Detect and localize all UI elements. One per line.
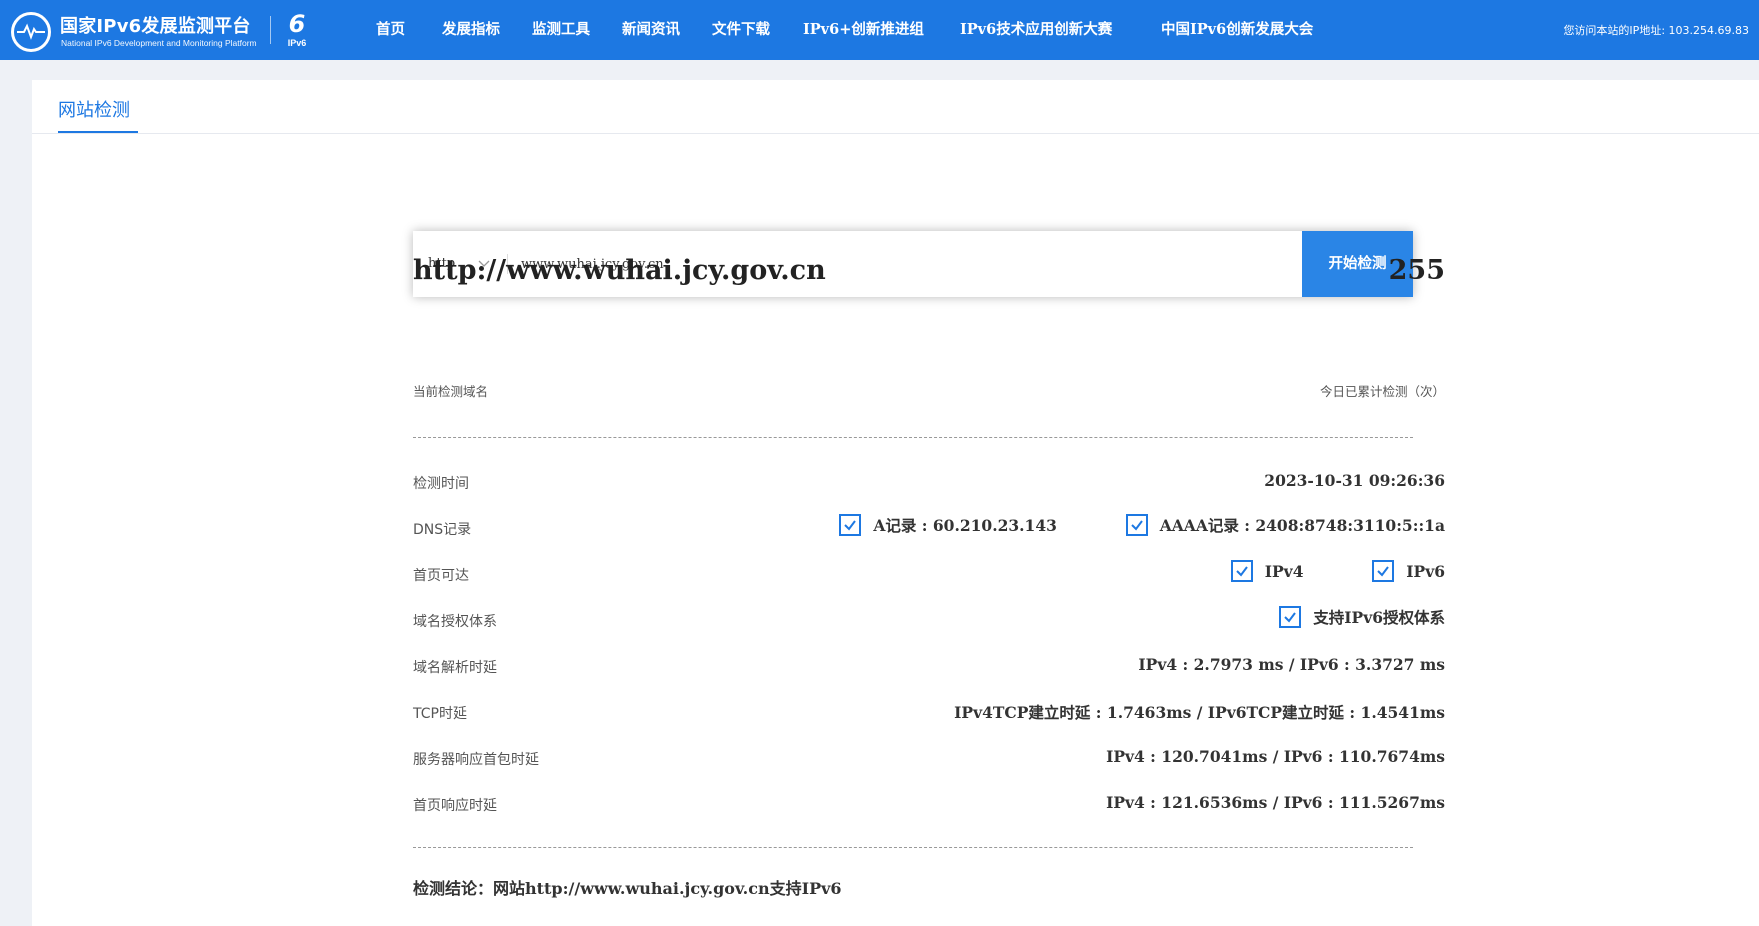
divider-dashed-bottom xyxy=(413,847,1413,848)
platform-logo-icon[interactable] xyxy=(11,12,51,52)
check-count: 255 xyxy=(1388,255,1445,286)
row-value-dns-latency: IPv4 : 2.7973 ms / IPv6 : 3.3727 ms xyxy=(1138,655,1445,674)
row-value-domain-auth: 支持IPv6授权体系 xyxy=(1279,606,1445,632)
row-label-dns: DNS记录 xyxy=(413,522,472,538)
current-domain: http://www.wuhai.jcy.gov.cn xyxy=(413,255,826,286)
divider-dashed-top xyxy=(413,437,1413,438)
brand-title[interactable]: 国家IPv6发展监测平台 xyxy=(60,12,251,38)
row-value-dns: A记录 : 60.210.23.143 AAAA记录 : 2408:8748:3… xyxy=(839,514,1445,540)
ipv6-logo-icon: 6 IPv6 xyxy=(283,10,311,52)
brand-divider xyxy=(270,16,271,44)
row-value-first-packet: IPv4 : 120.7041ms / IPv6 : 110.7674ms xyxy=(1106,747,1445,766)
row-label-first-packet: 服务器响应首包时延 xyxy=(413,752,539,768)
row-label-homepage-reach: 首页可达 xyxy=(413,568,469,584)
check-count-caption: 今日已累计检测（次） xyxy=(1319,384,1445,399)
nav-item-tools[interactable]: 监测工具 xyxy=(532,0,590,60)
checkbox-checked-icon xyxy=(839,514,862,536)
brand-subtitle: National IPv6 Development and Monitoring… xyxy=(61,38,257,48)
nav-item-ipv6-plus[interactable]: IPv6+创新推进组 xyxy=(803,0,924,60)
top-navigation-bar: 国家IPv6发展监测平台 National IPv6 Development a… xyxy=(0,0,1759,60)
row-value-tcp-latency: IPv4TCP建立时延 : 1.7463ms / IPv6TCP建立时延 : 1… xyxy=(954,703,1445,722)
row-label-check-time: 检测时间 xyxy=(413,476,469,492)
ipv6-logo-label: IPv6 xyxy=(287,38,307,48)
reach-ipv4: IPv4 xyxy=(1230,560,1303,582)
tab-divider xyxy=(32,133,1759,134)
checkbox-checked-icon xyxy=(1279,606,1302,628)
checkbox-checked-icon xyxy=(1372,560,1395,582)
nav-item-news[interactable]: 新闻资讯 xyxy=(622,0,680,60)
check-conclusion: 检测结论：网站http://www.wuhai.jcy.gov.cn支持IPv6 xyxy=(413,879,842,898)
row-value-check-time: 2023-10-31 09:26:36 xyxy=(1264,471,1445,490)
row-label-homepage-latency: 首页响应时延 xyxy=(413,798,497,814)
dns-aaaa-record: AAAA记录 : 2408:8748:3110:5::1a xyxy=(1125,514,1445,536)
row-label-tcp-latency: TCP时延 xyxy=(413,706,467,722)
dns-a-record: A记录 : 60.210.23.143 xyxy=(839,514,1057,536)
checkbox-checked-icon xyxy=(1230,560,1253,582)
visitor-ip-info: 您访问本站的IP地址: 103.254.69.83 xyxy=(1563,24,1749,37)
nav-item-indicators[interactable]: 发展指标 xyxy=(442,0,500,60)
nav-item-conference[interactable]: 中国IPv6创新发展大会 xyxy=(1161,0,1313,60)
row-label-dns-latency: 域名解析时延 xyxy=(413,660,497,676)
current-domain-caption: 当前检测域名 xyxy=(413,384,489,399)
row-label-domain-auth: 域名授权体系 xyxy=(413,614,497,630)
checkbox-checked-icon xyxy=(1125,514,1148,536)
nav-item-competition[interactable]: IPv6技术应用创新大赛 xyxy=(960,0,1112,60)
row-value-homepage-latency: IPv4 : 121.6536ms / IPv6 : 111.5267ms xyxy=(1106,793,1445,812)
content-card: 网站检测 xyxy=(32,80,1759,926)
reach-ipv6: IPv6 xyxy=(1372,560,1445,582)
nav-item-downloads[interactable]: 文件下载 xyxy=(712,0,770,60)
row-value-homepage-reach: IPv4 IPv6 xyxy=(1230,560,1445,586)
nav-item-home[interactable]: 首页 xyxy=(376,0,405,60)
tab-website-check[interactable]: 网站检测 xyxy=(58,96,130,122)
